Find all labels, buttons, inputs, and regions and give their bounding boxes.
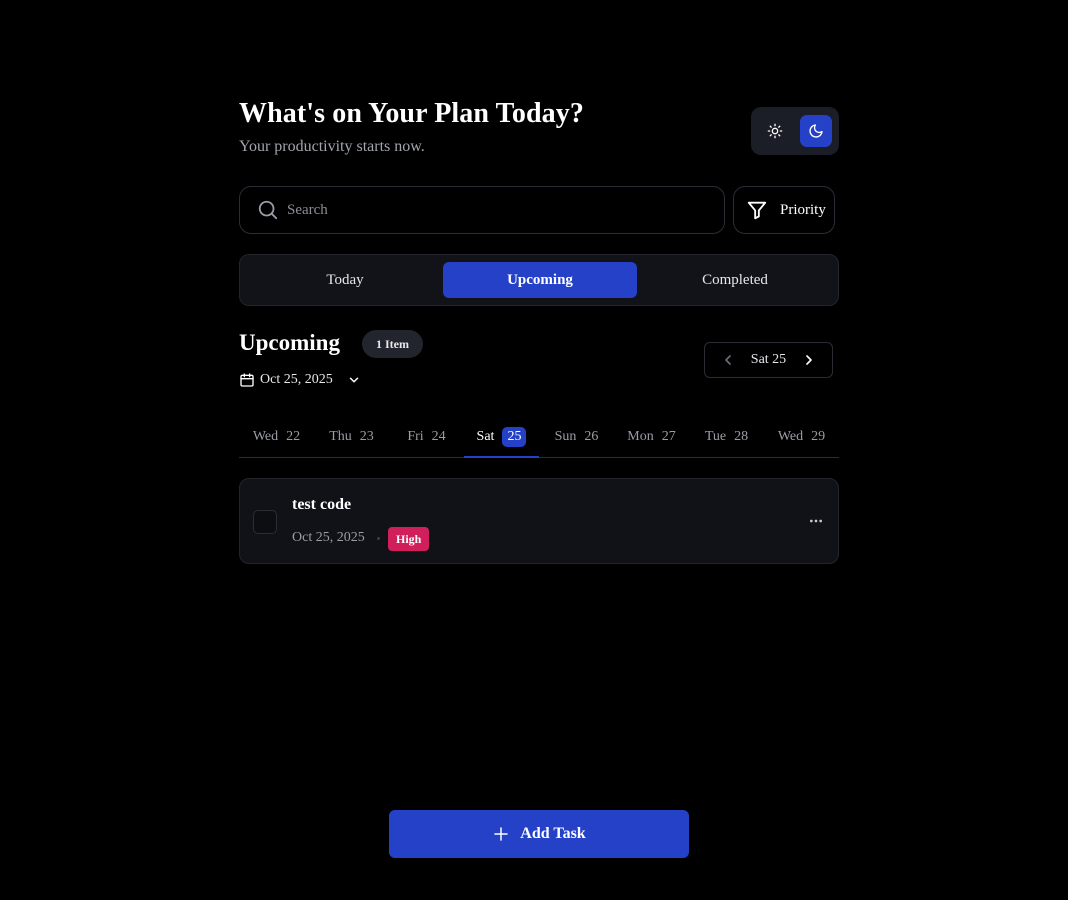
moon-icon	[809, 124, 823, 138]
app-root: What's on Your Plan Today? Your producti…	[239, 0, 839, 900]
sun-icon	[767, 123, 783, 139]
day-name: Sat	[476, 428, 495, 444]
plus-icon	[494, 827, 509, 841]
section-title: Upcoming	[239, 330, 340, 355]
date-picker[interactable]: Oct 25, 2025	[239, 370, 361, 390]
day-name: Wed	[777, 428, 804, 444]
tab-upcoming[interactable]: Upcoming	[443, 262, 637, 298]
day-name: Wed	[252, 428, 279, 444]
task-card[interactable]: test code Oct 25, 2025 High	[239, 478, 839, 564]
day-number: 22	[286, 428, 301, 444]
view-tabs: Today Upcoming Completed	[239, 254, 839, 306]
day-tab[interactable]: Wed 29	[764, 416, 839, 457]
day-tab[interactable]: Mon 27	[614, 416, 689, 457]
day-number: 28	[734, 428, 749, 444]
priority-badge: High	[388, 527, 430, 551]
separator-dot	[377, 537, 380, 540]
day-name: Mon	[627, 428, 654, 444]
day-number: 29	[811, 428, 826, 444]
search-input[interactable]	[287, 201, 687, 219]
task-title: test code	[292, 496, 352, 513]
tab-completed[interactable]: Completed	[638, 262, 832, 298]
day-number: 26	[584, 428, 599, 444]
day-name: Tue	[704, 428, 727, 444]
chevron-down-icon	[349, 377, 358, 383]
day-tab[interactable]: Thu 23	[314, 416, 389, 457]
item-count-badge: 1 Item	[362, 330, 423, 358]
add-task-label: Add Task	[520, 825, 586, 842]
light-theme-button[interactable]	[759, 115, 791, 147]
theme-toggle	[751, 107, 839, 155]
search-icon	[258, 200, 278, 220]
day-name: Fri	[407, 428, 424, 444]
priority-filter-button[interactable]: Priority	[733, 186, 835, 234]
page-title: What's on Your Plan Today?	[239, 98, 584, 129]
day-name: Sun	[554, 428, 577, 444]
task-date: Oct 25, 2025	[292, 530, 365, 545]
add-task-button[interactable]: Add Task	[389, 810, 689, 858]
page-subtitle: Your productivity starts now.	[239, 138, 425, 155]
filter-icon	[747, 201, 767, 220]
day-tab[interactable]: Sun 26	[539, 416, 614, 457]
tab-today[interactable]: Today	[248, 262, 442, 298]
day-name: Thu	[329, 428, 352, 444]
priority-filter-label: Priority	[780, 201, 826, 218]
day-number: 24	[431, 428, 446, 444]
search-box	[239, 186, 725, 234]
day-number: 27	[661, 428, 676, 444]
dark-theme-button[interactable]	[800, 115, 832, 147]
chevron-right-icon[interactable]	[801, 352, 817, 368]
task-checkbox[interactable]	[253, 510, 277, 534]
selected-date: Oct 25, 2025	[260, 372, 333, 387]
day-tab[interactable]: Wed 22	[239, 416, 314, 457]
day-number: 25	[502, 426, 527, 447]
more-options-icon[interactable]	[808, 513, 824, 529]
day-tab-selected[interactable]: Sat 25	[464, 416, 539, 458]
day-navigator: Sat 25	[704, 342, 833, 378]
week-strip: Wed 22 Thu 23 Fri 24 Sat 25 Sun 26 Mon 27 Tue 2…	[239, 416, 839, 458]
day-tab[interactable]: Tue 28	[689, 416, 764, 457]
day-number: 23	[359, 428, 374, 444]
calendar-icon	[240, 373, 254, 387]
day-tab[interactable]: Fri 24	[389, 416, 464, 457]
